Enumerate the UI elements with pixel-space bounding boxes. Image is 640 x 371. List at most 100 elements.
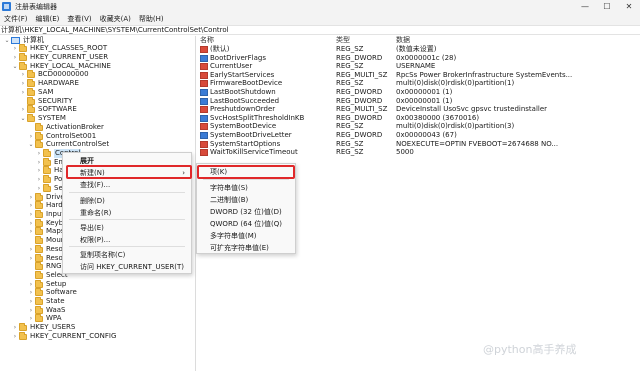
chevron-right-icon[interactable]: › <box>12 53 18 62</box>
chevron-right-icon[interactable]: › <box>36 184 42 193</box>
folder-icon <box>35 270 43 279</box>
permissions-menu-item[interactable]: 权限(P)... <box>63 234 191 246</box>
chevron-right-icon[interactable]: › <box>28 314 34 323</box>
chevron-right-icon[interactable]: › <box>28 297 34 306</box>
rename-menu-item[interactable]: 重命名(R) <box>63 207 191 219</box>
string-value-icon <box>200 63 208 71</box>
tree-node[interactable]: › HKEY_CURRENT_CONFIG <box>12 331 116 341</box>
folder-icon <box>35 209 43 218</box>
watermark: @python高手养成 <box>483 343 577 356</box>
tree-node[interactable]: › SOFTWARE <box>20 104 77 114</box>
tree-node[interactable]: ⌄ CurrentControlSet <box>28 139 109 149</box>
folder-icon <box>35 235 43 244</box>
tree-node[interactable]: › Maps <box>28 226 64 236</box>
tree-node[interactable]: › State <box>28 296 65 306</box>
folder-icon <box>35 253 43 262</box>
title-bar: 注册表编辑器 — ☐ ✕ <box>0 0 640 13</box>
tree-node-label: SAM <box>38 88 54 96</box>
chevron-right-icon[interactable]: › <box>36 149 42 158</box>
new-multi-string-value-menu-item[interactable]: 多字符串值(M) <box>197 230 295 242</box>
chevron-right-icon[interactable]: › <box>20 105 26 114</box>
registry-value-row[interactable]: WaitToKillServiceTimeout REG_SZ 5000 <box>196 148 640 157</box>
folder-icon <box>27 113 35 122</box>
chevron-down-icon[interactable]: ⌄ <box>20 114 26 123</box>
tree-node-label: RNG <box>46 262 62 270</box>
copy-key-name-menu-item[interactable]: 复制项名称(C) <box>63 249 191 261</box>
menu-bar: 文件(F) 编辑(E) 查看(V) 收藏夹(A) 帮助(H) <box>0 13 640 25</box>
menu-item-label: 重命名(R) <box>80 209 112 217</box>
menu-item-label: 访问 HKEY_CURRENT_USER(T) <box>80 263 185 271</box>
menu-file[interactable]: 文件(F) <box>0 13 32 25</box>
chevron-down-icon[interactable]: ⌄ <box>4 36 10 45</box>
highlight-key-menu-item <box>197 165 295 179</box>
tree-node[interactable]: › Input <box>28 209 64 219</box>
tree-node[interactable]: ActivationBroker <box>28 122 104 132</box>
menu-view[interactable]: 查看(V) <box>63 13 95 25</box>
folder-icon <box>35 200 43 209</box>
string-value-icon <box>200 140 208 148</box>
folder-icon <box>43 183 51 192</box>
menu-edit[interactable]: 编辑(E) <box>32 13 64 25</box>
chevron-right-icon[interactable]: › <box>28 210 34 219</box>
export-menu-item[interactable]: 导出(E) <box>63 222 191 234</box>
chevron-right-icon[interactable]: › <box>12 323 18 332</box>
tree-node-label: BCD00000000 <box>38 70 89 78</box>
chevron-right-icon[interactable]: › <box>28 288 34 297</box>
tree-node[interactable]: › HKEY_CURRENT_USER <box>12 52 108 62</box>
chevron-down-icon[interactable]: ⌄ <box>28 140 34 149</box>
tree-node[interactable]: › WPA <box>28 313 61 323</box>
goto-hkcu-menu-item[interactable]: 访问 HKEY_CURRENT_USER(T) <box>63 261 191 273</box>
chevron-right-icon[interactable]: › <box>28 227 34 236</box>
tree-node[interactable]: › HKEY_USERS <box>12 322 76 332</box>
new-qword-value-menu-item[interactable]: QWORD (64 位)值(Q) <box>197 218 295 230</box>
menu-favorites[interactable]: 收藏夹(A) <box>96 13 135 25</box>
maximize-button[interactable]: ☐ <box>596 0 618 13</box>
chevron-right-icon[interactable]: › <box>12 332 18 341</box>
delete-menu-item[interactable]: 删除(D) <box>63 195 191 207</box>
find-menu-item[interactable]: 查找(F)... <box>63 179 191 191</box>
folder-icon <box>35 305 43 314</box>
new-string-value-menu-item[interactable]: 字符串值(S) <box>197 182 295 194</box>
chevron-right-icon[interactable]: › <box>28 245 34 254</box>
column-header-type[interactable]: 类型 <box>336 36 350 45</box>
chevron-right-icon[interactable]: › <box>36 175 42 184</box>
tree-node[interactable]: › BCD00000000 <box>20 69 89 79</box>
new-expandable-string-value-menu-item[interactable]: 可扩充字符串值(E) <box>197 242 295 254</box>
column-header-name[interactable]: 名称 <box>200 36 214 45</box>
menu-help[interactable]: 帮助(H) <box>135 13 168 25</box>
column-header-data[interactable]: 数据 <box>396 36 410 45</box>
tree-node[interactable]: › HARDWARE <box>20 78 79 88</box>
tree-node-label: HKEY_USERS <box>30 323 76 331</box>
new-binary-value-menu-item[interactable]: 二进制值(B) <box>197 194 295 206</box>
tree-node[interactable]: RNG <box>28 261 62 271</box>
chevron-right-icon[interactable]: › <box>20 79 26 88</box>
tree-node[interactable]: ⌄ SYSTEM <box>20 113 66 123</box>
tree-node[interactable]: › Software <box>28 287 77 297</box>
folder-icon <box>35 287 43 296</box>
chevron-down-icon[interactable]: ⌄ <box>12 62 18 71</box>
chevron-right-icon[interactable]: › <box>20 70 26 79</box>
folder-icon <box>35 279 43 288</box>
close-button[interactable]: ✕ <box>618 0 640 13</box>
menu-separator <box>69 219 185 220</box>
tree-node[interactable]: › SAM <box>20 87 54 97</box>
chevron-right-icon[interactable]: › <box>12 44 18 53</box>
folder-icon <box>35 226 43 235</box>
address-bar[interactable]: 计算机\HKEY_LOCAL_MACHINE\SYSTEM\CurrentCon… <box>0 25 640 35</box>
folder-icon <box>19 322 27 331</box>
tree-node-label: State <box>46 297 65 305</box>
string-value-icon <box>200 123 208 131</box>
folder-icon <box>35 131 43 140</box>
chevron-right-icon[interactable]: › <box>20 88 26 97</box>
folder-icon <box>27 78 35 87</box>
value-type: REG_SZ <box>336 148 364 157</box>
menu-item-label: 查找(F)... <box>80 181 111 189</box>
chevron-right-icon[interactable]: › <box>28 201 34 210</box>
folder-icon <box>43 148 51 157</box>
minimize-button[interactable]: — <box>574 0 596 13</box>
new-dword-value-menu-item[interactable]: DWORD (32 位)值(D) <box>197 206 295 218</box>
chevron-right-icon[interactable]: › <box>36 166 42 175</box>
tree-node[interactable]: › HKEY_CLASSES_ROOT <box>12 43 107 53</box>
